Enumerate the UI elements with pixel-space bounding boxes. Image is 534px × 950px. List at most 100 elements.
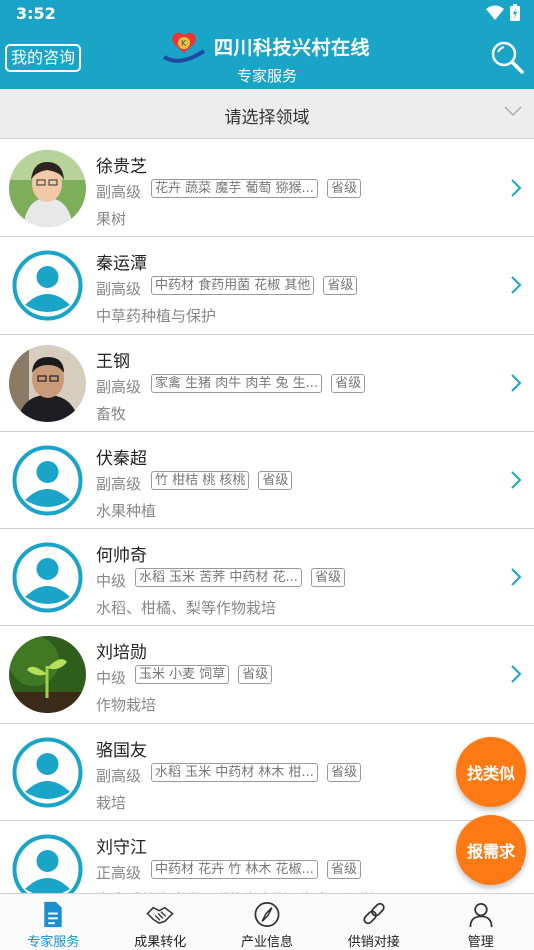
default-avatar-icon xyxy=(12,834,83,893)
expert-level: 正高级 xyxy=(96,864,142,883)
avatar xyxy=(9,442,86,519)
chevron-right-icon xyxy=(511,471,522,489)
wifi-icon xyxy=(486,5,504,20)
expert-field: 作物栽培 xyxy=(96,696,157,715)
nav-item-label: 成果转化 xyxy=(134,935,187,950)
expert-tag: 省级 xyxy=(258,470,293,490)
expert-list-item[interactable]: 徐贵芝 副高级 花卉 蔬菜 魔芋 葡萄 猕猴... 省级 果树 xyxy=(0,140,534,238)
document-icon xyxy=(44,901,63,928)
search-icon[interactable] xyxy=(490,40,524,74)
post-demand-button[interactable]: 报需求 xyxy=(456,815,526,885)
expert-field: 果树 xyxy=(96,210,127,228)
expert-tags: 花卉 蔬菜 魔芋 葡萄 猕猴... 省级 xyxy=(151,179,361,198)
expert-list-item[interactable]: 刘培勋 中级 玉米 小麦 饲草 省级 作物栽培 xyxy=(0,626,534,724)
expert-tags: 中药材 食药用菌 花椒 其他 省级 xyxy=(151,276,358,296)
expert-name: 何帅奇 xyxy=(96,546,147,567)
expert-field: 畜牧 xyxy=(96,404,127,423)
expert-tag: 家禽 生猪 肉牛 肉羊 兔 生... xyxy=(151,373,323,393)
expert-name: 王钢 xyxy=(96,351,130,372)
expert-level: 副高级 xyxy=(96,377,142,396)
expert-list-item[interactable]: 王钢 副高级 家禽 生猪 肉牛 肉羊 兔 生... 省级 畜牧 xyxy=(0,334,534,432)
expert-photo-icon xyxy=(9,150,86,227)
field-filter-dropdown[interactable]: 请选择领域 xyxy=(0,89,534,139)
expert-name: 刘守江 xyxy=(96,838,147,859)
expert-list-item[interactable]: 何帅奇 中级 水稻 玉米 苦荞 中药材 花... 省级 水稻、柑橘、梨等作物栽培 xyxy=(0,529,534,627)
expert-tag: 花卉 蔬菜 魔芋 葡萄 猕猴... xyxy=(151,179,318,198)
nav-item-person[interactable]: 管理 xyxy=(427,894,534,950)
expert-tags: 水稻 玉米 中药材 林木 柑... 省级 xyxy=(151,762,361,782)
expert-tag: 省级 xyxy=(326,179,361,198)
expert-tag: 省级 xyxy=(326,860,361,880)
expert-field: 栽培 xyxy=(96,793,127,812)
expert-tag: 竹 柑桔 桃 核桃 xyxy=(151,470,250,490)
expert-list-item[interactable]: 伏秦超 副高级 竹 柑桔 桃 核桃 省级 水果种植 xyxy=(0,431,534,530)
expert-level: 副高级 xyxy=(96,766,142,785)
avatar xyxy=(9,150,86,227)
chevron-right-icon xyxy=(511,276,522,295)
expert-name: 伏秦超 xyxy=(96,448,147,469)
nav-item-label: 产业信息 xyxy=(240,935,293,950)
expert-tags: 竹 柑桔 桃 核桃 省级 xyxy=(151,470,293,490)
expert-field: 中草药种植与保护 xyxy=(96,307,217,326)
expert-name: 刘培勋 xyxy=(96,643,147,664)
nav-item-handshake[interactable]: 成果转化 xyxy=(107,894,214,950)
expert-tag: 省级 xyxy=(331,373,366,393)
expert-list-item[interactable]: 骆国友 副高级 水稻 玉米 中药材 林木 柑... 省级 栽培 xyxy=(0,723,534,822)
expert-tag: 省级 xyxy=(310,568,345,588)
svg-text:K: K xyxy=(181,39,187,48)
chevron-right-icon xyxy=(511,373,522,392)
system-icons xyxy=(486,4,520,21)
expert-list-item[interactable]: 秦运潭 副高级 中药材 食药用菌 花椒 其他 省级 中草药种植与保护 xyxy=(0,237,534,335)
chevron-down-icon xyxy=(504,106,522,117)
nav-item-label: 管理 xyxy=(467,935,494,950)
expert-tag: 省级 xyxy=(323,276,358,296)
status-time: 3:52 xyxy=(16,4,56,23)
expert-tag: 水稻 玉米 中药材 林木 柑... xyxy=(151,762,318,782)
expert-photo-icon xyxy=(9,636,86,714)
expert-list-item[interactable]: 刘守江 正高级 中药材 花卉 竹 林木 花椒...省级 生态系统生态学&群落生态… xyxy=(0,821,534,893)
expert-tag: 中药材 食药用菌 花椒 其他 xyxy=(151,276,315,296)
nav-item-link[interactable]: 供销对接 xyxy=(320,894,427,950)
avatar xyxy=(9,734,86,811)
avatar xyxy=(9,247,86,324)
link-icon xyxy=(363,902,385,925)
expert-tags: 中药材 花卉 竹 林木 花椒... 省级 xyxy=(151,860,361,880)
expert-name: 徐贵芝 xyxy=(96,157,147,177)
expert-list: 徐贵芝 副高级 花卉 蔬菜 魔芋 葡萄 猕猴... 省级 果树 秦运潭 副高级 中… xyxy=(0,140,534,893)
expert-tags: 水稻 玉米 苦荞 中药材 花... 省级 xyxy=(135,568,345,588)
expert-tag: 省级 xyxy=(238,665,273,685)
expert-tags: 玉米 小麦 饲草 省级 xyxy=(135,665,273,685)
default-avatar-icon xyxy=(12,542,83,613)
avatar xyxy=(9,636,86,714)
avatar xyxy=(9,831,86,893)
expert-tags: 家禽 生猪 肉牛 肉羊 兔 生... 省级 xyxy=(151,373,366,393)
chevron-right-icon xyxy=(511,665,522,684)
compass-icon xyxy=(254,902,280,927)
app-logo-icon: K xyxy=(162,32,206,63)
status-bar: 3:52 xyxy=(0,0,534,27)
find-similar-button[interactable]: 找类似 xyxy=(456,737,526,807)
expert-field: 水果种植 xyxy=(96,501,157,520)
expert-tag: 中药材 花卉 竹 林木 花椒... xyxy=(151,860,318,880)
expert-tag: 水稻 玉米 苦荞 中药材 花... xyxy=(135,568,302,588)
app-title: 四川科技兴村在线 xyxy=(214,37,371,59)
expert-tag: 玉米 小麦 饲草 xyxy=(135,665,230,685)
nav-item-label: 专家服务 xyxy=(27,935,80,950)
expert-photo-icon xyxy=(9,344,86,422)
expert-tag: 省级 xyxy=(326,762,361,782)
default-avatar-icon xyxy=(12,250,83,321)
default-avatar-icon xyxy=(12,737,83,808)
expert-level: 副高级 xyxy=(96,280,142,299)
expert-name: 骆国友 xyxy=(96,740,147,761)
nav-item-document[interactable]: 专家服务 xyxy=(0,894,107,950)
avatar xyxy=(9,344,86,422)
nav-item-label: 供销对接 xyxy=(347,935,400,950)
chevron-right-icon xyxy=(511,568,522,586)
battery-icon xyxy=(510,4,520,21)
nav-item-compass[interactable]: 产业信息 xyxy=(214,894,321,950)
expert-level: 副高级 xyxy=(96,474,142,493)
bottom-navigation: 专家服务 成果转化 产业信息 供销对接 管理 xyxy=(0,893,534,950)
page-subtitle: 专家服务 xyxy=(236,67,297,85)
person-icon xyxy=(469,902,493,928)
app-header: 我的咨询 K 四川科技兴村在线 专家服务 xyxy=(0,27,534,89)
